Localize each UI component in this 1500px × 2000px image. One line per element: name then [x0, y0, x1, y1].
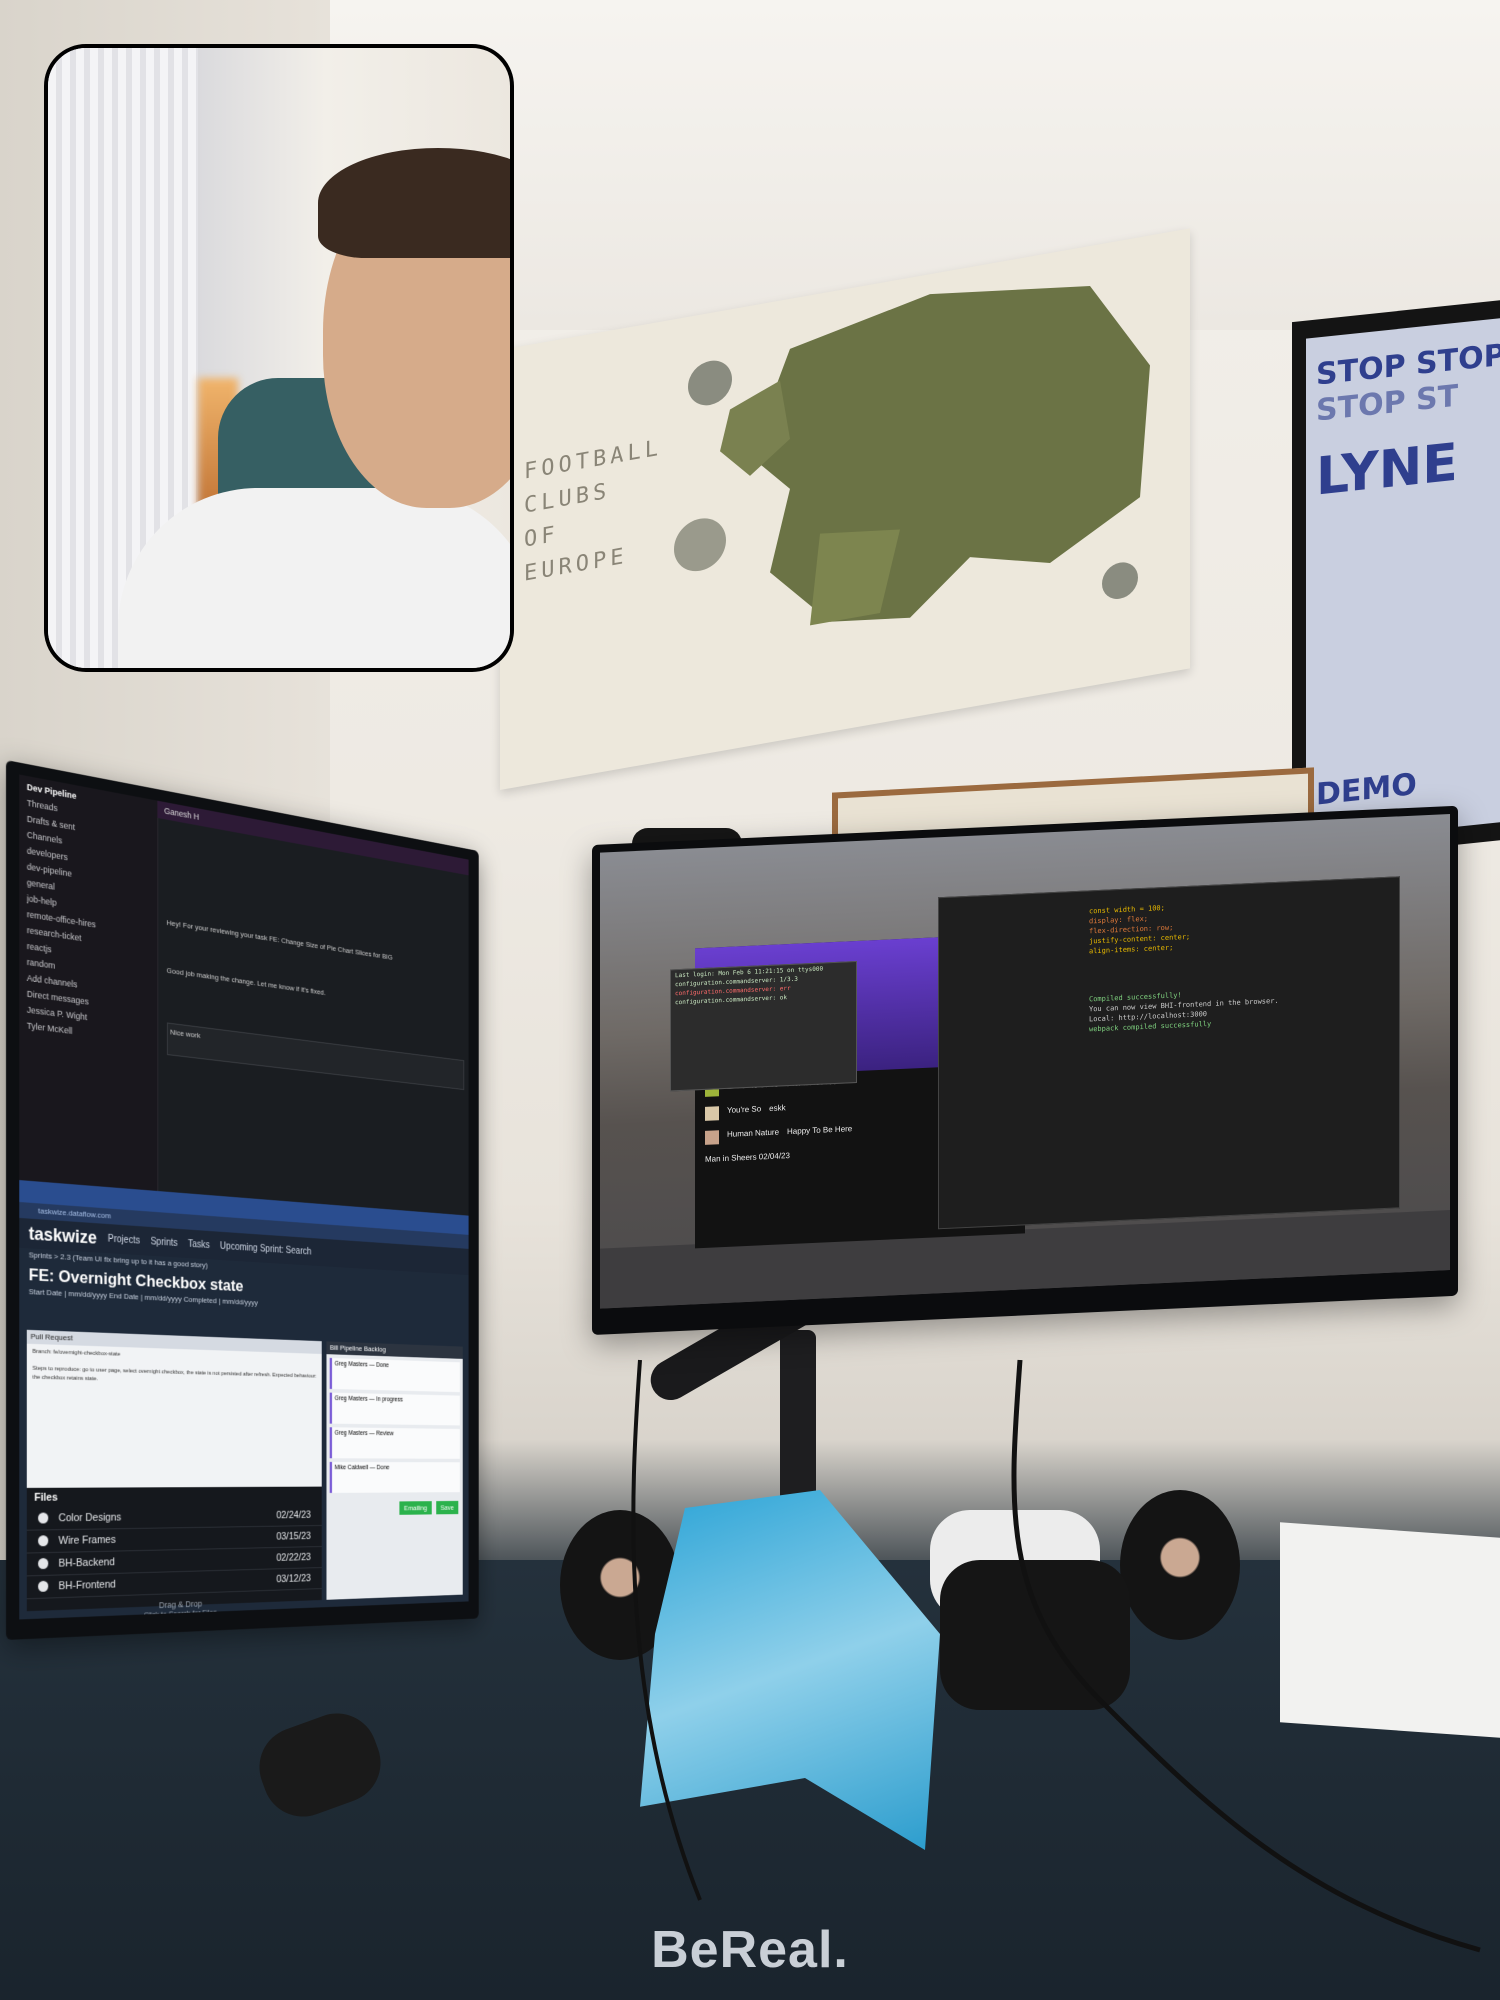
file-name: Wire Frames: [58, 1533, 116, 1547]
activity-item: Greg Masters — Review: [329, 1427, 460, 1459]
browser-window[interactable]: taskwize.dataflow.com taskwize Projects …: [19, 1180, 469, 1620]
poster-artwork: STOP STOP STOP ST LYNE DEMO: [1306, 315, 1500, 843]
save-button[interactable]: Save: [436, 1500, 459, 1515]
black-controller: [940, 1560, 1130, 1710]
slack-composer[interactable]: Nice work: [166, 1022, 465, 1091]
poster-text-line3: LYNE: [1316, 432, 1458, 508]
front-camera-selfie[interactable]: [44, 44, 514, 672]
completed-date: Completed | mm/dd/yyyy: [183, 1294, 258, 1308]
github-icon: [38, 1580, 49, 1592]
stop-poster: STOP STOP STOP ST LYNE DEMO: [1292, 297, 1500, 863]
slack-message: Hey! For your reviewing your task FE: Ch…: [166, 918, 393, 962]
file-name: BH-Frontend: [58, 1578, 116, 1592]
file-date: 02/22/23: [276, 1551, 311, 1564]
track-album: Happy To Be Here: [787, 1124, 853, 1137]
track-title: You're So: [727, 1104, 762, 1115]
file-name: BH-Backend: [58, 1555, 115, 1570]
start-date: Start Date | mm/dd/yyyy: [28, 1287, 108, 1300]
nav-tasks[interactable]: Tasks: [188, 1239, 210, 1251]
search-input[interactable]: Upcoming Sprint: Search: [220, 1241, 311, 1257]
activity-panel: Bill Pipeline Backlog Greg Masters — Don…: [326, 1341, 463, 1600]
left-monitor-screen: Dev Pipeline Threads Drafts & sent Chann…: [19, 774, 469, 1620]
file-icon: [38, 1534, 49, 1546]
activity-item: Greg Masters — Done: [329, 1357, 460, 1393]
activity-text: Greg Masters — Done: [334, 1360, 389, 1369]
right-monitor-screen: ZIG ZAGGING Aisha Reeves You're So eskk …: [600, 814, 1450, 1309]
track-title: Human Nature: [727, 1127, 780, 1139]
file-icon: [38, 1512, 49, 1524]
activity-item: Mike Caldwell — Done: [329, 1461, 460, 1493]
europe-map-graphic: [670, 241, 1170, 711]
slack-window[interactable]: Dev Pipeline Threads Drafts & sent Chann…: [19, 774, 469, 1216]
terminal-window[interactable]: Last login: Mon Feb 6 11:21:15 on ttys00…: [670, 960, 857, 1092]
white-shirt: [118, 488, 510, 668]
right-speaker: [1120, 1490, 1240, 1640]
poster-text-line4: DEMO: [1316, 766, 1417, 813]
files-panel: Files Color Designs 02/24/23 Wire Frames 0…: [26, 1486, 323, 1619]
file-name: Color Designs: [58, 1511, 122, 1524]
file-date: 03/12/23: [276, 1572, 311, 1585]
vscode-window[interactable]: const width = 100; display: flex; flex-d…: [938, 876, 1400, 1230]
bereal-watermark: BeReal.: [651, 1921, 849, 1979]
left-vertical-monitor: Dev Pipeline Threads Drafts & sent Chann…: [6, 760, 479, 1640]
activity-text: Mike Caldwell — Done: [334, 1464, 390, 1472]
task-description-panel: Pull Request Branch: fe/overnight-checkb…: [26, 1329, 323, 1619]
nav-sprints[interactable]: Sprints: [151, 1236, 178, 1248]
slack-reply: Good job making the change. Let me know …: [166, 965, 326, 997]
now-playing-title: Man in Sheers 02/04/23: [705, 1151, 790, 1164]
bereal-photo: FOOTBALL CLUBS OF EUROPE STOP STOP STOP …: [0, 0, 1500, 2000]
activity-item: Greg Masters — In progress: [329, 1392, 460, 1426]
emailing-button[interactable]: Emailing: [399, 1501, 432, 1515]
nav-projects[interactable]: Projects: [108, 1233, 140, 1246]
slack-sidebar: Dev Pipeline Threads Drafts & sent Chann…: [19, 774, 159, 1192]
album-art-icon: [705, 1130, 719, 1145]
white-console: [1280, 1522, 1500, 1738]
map-poster-title: FOOTBALL CLUBS OF EUROPE: [524, 435, 662, 587]
right-monitor: ZIG ZAGGING Aisha Reeves You're So eskk …: [592, 805, 1458, 1335]
activity-header: Bill Pipeline Backlog: [326, 1341, 463, 1359]
hair: [318, 148, 510, 258]
activity-text: Greg Masters — Review: [334, 1430, 394, 1438]
end-date: End Date | mm/dd/yyyy: [109, 1291, 182, 1304]
action-buttons: Emailing Save: [327, 1496, 463, 1522]
taskwize-logo[interactable]: taskwize: [29, 1223, 97, 1248]
track-artist: eskk: [769, 1103, 786, 1113]
file-date: 02/24/23: [276, 1509, 311, 1521]
file-date: 03/15/23: [276, 1530, 311, 1542]
github-icon: [38, 1557, 49, 1569]
album-art-icon: [705, 1106, 719, 1121]
activity-text: Greg Masters — In progress: [334, 1395, 403, 1404]
